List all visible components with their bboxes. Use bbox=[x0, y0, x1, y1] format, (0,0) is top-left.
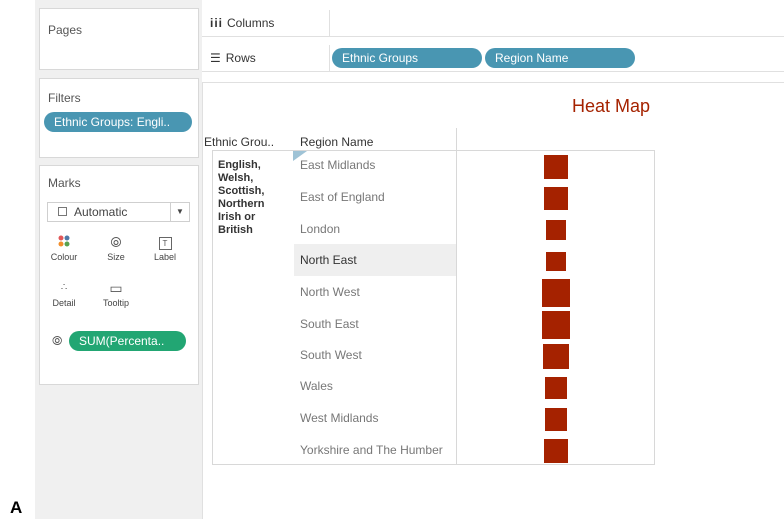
size-pill-percentage[interactable]: SUM(Percenta.. bbox=[69, 331, 186, 351]
size-label: Size bbox=[107, 252, 125, 262]
colour-button[interactable]: Colour bbox=[47, 232, 81, 262]
tooltip-icon: ▭ bbox=[109, 280, 123, 296]
mark-type-label: Automatic bbox=[74, 205, 128, 219]
rows-pill-region-name[interactable]: Region Name bbox=[485, 48, 635, 68]
left-panel: Pages Filters Ethnic Groups: Engli.. Mar… bbox=[35, 0, 202, 519]
heatmap-square[interactable] bbox=[543, 343, 569, 369]
header-ethnic-groups: Ethnic Grou.. bbox=[204, 135, 275, 149]
row-label-highlighted: North East bbox=[300, 253, 357, 267]
label-button[interactable]: T Label bbox=[148, 232, 182, 262]
column-divider bbox=[456, 128, 457, 465]
filter-pill-ethnic-groups[interactable]: Ethnic Groups: Engli.. bbox=[44, 112, 192, 132]
mark-type-square-icon bbox=[58, 207, 67, 216]
heatmap-square[interactable] bbox=[546, 251, 566, 272]
row-label: South East bbox=[300, 317, 359, 331]
heatmap-square[interactable] bbox=[544, 439, 568, 464]
heatmap-square[interactable] bbox=[544, 376, 568, 400]
detail-label: Detail bbox=[52, 298, 76, 308]
text-label-icon: T bbox=[148, 232, 182, 252]
heatmap-square[interactable] bbox=[544, 154, 568, 179]
heatmap-square[interactable] bbox=[544, 408, 568, 431]
chevron-down-icon: ▼ bbox=[170, 203, 189, 221]
heatmap-square[interactable] bbox=[542, 279, 570, 308]
label-label: Label bbox=[153, 252, 177, 262]
size-button[interactable]: ⦾ Size bbox=[99, 232, 133, 262]
size-encoding-icon: ⦾ bbox=[52, 333, 63, 348]
mark-type-dropdown[interactable]: Automatic ▼ bbox=[47, 202, 190, 222]
row-label: London bbox=[300, 222, 341, 236]
row-label: North West bbox=[300, 285, 360, 299]
chart-title: Heat Map bbox=[572, 96, 651, 116]
marks-title: Marks bbox=[48, 176, 81, 190]
rows-shelf: ☰ Rows Ethnic Groups Region Name bbox=[202, 45, 784, 72]
heatmap-square[interactable] bbox=[544, 186, 568, 211]
row-label: Wales bbox=[300, 379, 333, 393]
columns-shelf: iii Columns bbox=[202, 10, 784, 37]
row-label: East Midlands bbox=[300, 158, 376, 172]
rows-pill-ethnic-groups[interactable]: Ethnic Groups bbox=[332, 48, 482, 68]
filters-card: Filters Ethnic Groups: Engli.. bbox=[39, 78, 199, 158]
ethnic-group-label: English, Welsh, Scottish, Northern Irish… bbox=[218, 159, 265, 236]
filters-title: Filters bbox=[48, 91, 81, 105]
rows-shelf-label: ☰ Rows bbox=[202, 45, 330, 71]
colour-label: Colour bbox=[50, 252, 78, 262]
heatmap-square[interactable] bbox=[542, 310, 570, 339]
row-label: Yorkshire and The Humber bbox=[300, 443, 443, 457]
pages-card: Pages bbox=[39, 8, 199, 70]
colour-icon bbox=[47, 232, 81, 252]
columns-icon: iii bbox=[210, 16, 224, 30]
rows-icon: ☰ bbox=[210, 51, 221, 65]
detail-icon: ∴ bbox=[60, 282, 68, 293]
row-label: South West bbox=[300, 348, 362, 362]
row-label: West Midlands bbox=[300, 411, 379, 425]
heatmap-square[interactable] bbox=[546, 220, 566, 240]
row-label: East of England bbox=[300, 190, 385, 204]
size-icon: ⦾ bbox=[110, 234, 122, 250]
marks-card: Marks Automatic ▼ Colour ⦾ Size T Label … bbox=[39, 165, 199, 385]
tooltip-label: Tooltip bbox=[102, 298, 129, 308]
detail-button[interactable]: ∴ Detail bbox=[47, 278, 81, 308]
columns-shelf-label: iii Columns bbox=[202, 10, 330, 36]
pages-title: Pages bbox=[48, 23, 83, 37]
header-region-name: Region Name bbox=[300, 135, 374, 149]
figure-letter: A bbox=[10, 498, 23, 517]
tooltip-button[interactable]: ▭ Tooltip bbox=[99, 278, 133, 308]
table-frame bbox=[212, 150, 655, 465]
